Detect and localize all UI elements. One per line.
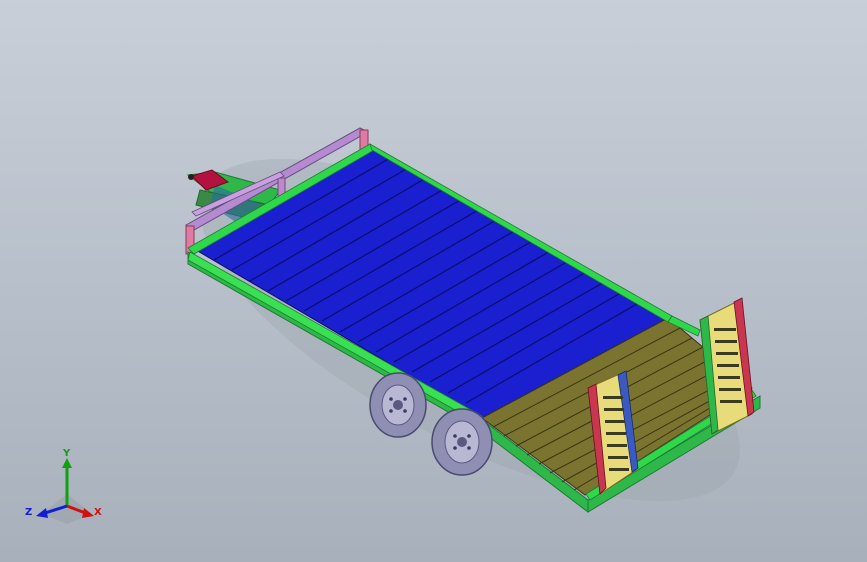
triad-y-label: Y [62,448,71,459]
trailer-3d-model[interactable] [0,0,867,562]
triad-x-label: X [94,507,102,518]
wheel-rear[interactable] [431,408,493,476]
wheel-front[interactable] [369,372,427,438]
graphics-viewport[interactable]: Y X Z [0,0,867,562]
orientation-triad[interactable]: Y X Z [22,444,112,534]
triad-z-label: Z [25,507,32,518]
